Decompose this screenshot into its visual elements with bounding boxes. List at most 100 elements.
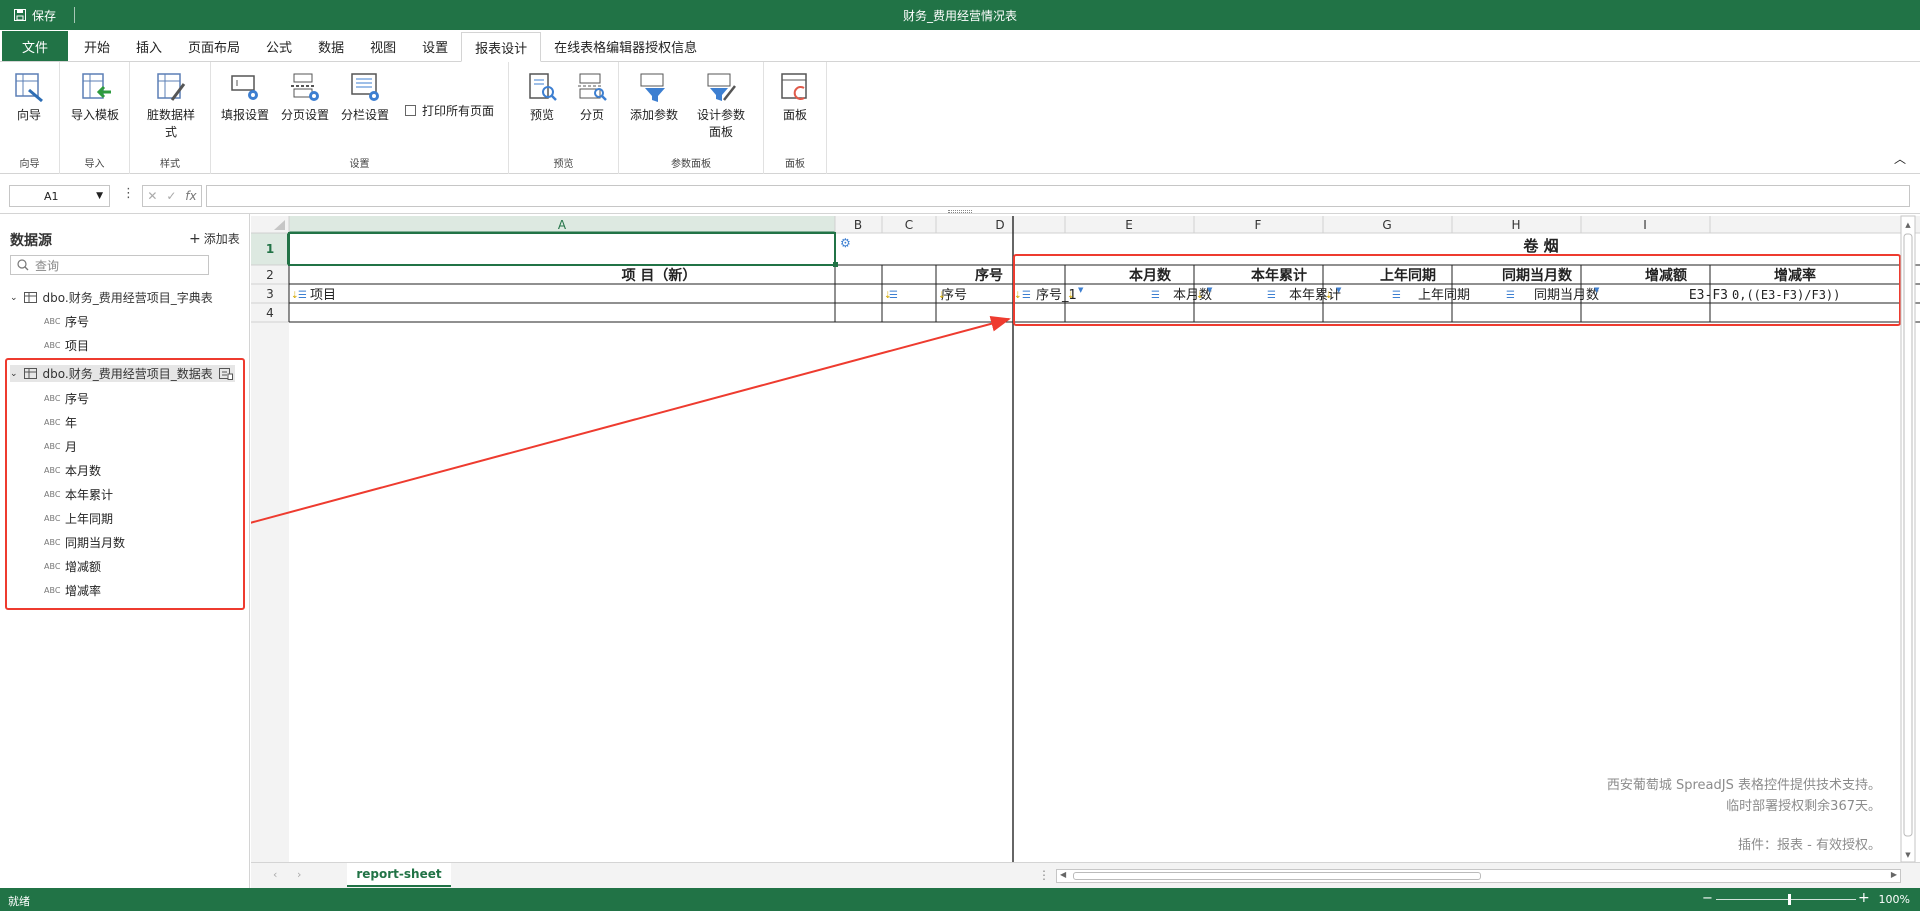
table-node-dictionary[interactable]: ⌄ dbo.财务_费用经营项目_字典表 [10,289,213,306]
column-header-h[interactable]: H [1511,218,1520,232]
cell-row1-title[interactable]: 卷 烟 [1522,237,1558,255]
add-table-button[interactable]: + 添加表 [189,230,240,247]
cell-h3[interactable]: E3-F3 [1689,288,1728,303]
column-header-d[interactable]: D [995,218,1004,232]
watermark-line-2: 临时部署授权剩余367天。 [1726,798,1881,814]
cell-f2[interactable]: 上年同期 [1380,267,1436,284]
annotation-arrow [251,315,1011,524]
datasource-title: 数据源 [10,233,52,249]
tab-file[interactable]: 文件 [2,31,68,61]
scroll-right-icon[interactable]: ▶ [1891,870,1897,879]
fill-settings-button[interactable]: 填报设置 [221,70,269,124]
filter-marker-icon: ▼ [1336,286,1342,294]
table-name: dbo.财务_费用经营项目_字典表 [42,291,213,305]
splitter-dots-icon[interactable]: ⋮ [1038,868,1050,882]
dirty-data-style-button[interactable]: 脏数据样式 [145,70,197,141]
more-dots-icon[interactable]: ⋮ [122,186,135,201]
design-param-panel-button[interactable]: 设计参数面板 [695,70,747,141]
status-bar: 就绪 − + 100% [0,888,1920,911]
paging-button[interactable]: 分页 [575,70,609,124]
add-param-button[interactable]: 添加参数 [630,70,678,124]
page-settings-button[interactable]: 分页设置 [281,70,329,124]
list-icon: ☰ [1151,290,1160,301]
wizard-button[interactable]: 向导 [12,70,46,124]
zoom-in-icon[interactable]: + [1858,890,1870,906]
row-header-1[interactable]: 1 [266,242,274,256]
print-all-pages-checkbox[interactable]: 打印所有页面 [405,102,494,119]
column-header-f[interactable]: F [1255,218,1262,232]
tab-report-design[interactable]: 报表设计 [461,32,542,62]
column-header-b[interactable]: B [854,218,862,232]
cell-g2[interactable]: 同期当月数 [1502,267,1573,284]
row-header-3[interactable]: 3 [266,287,274,301]
row-header-2[interactable]: 2 [266,268,274,282]
selected-cell-a1[interactable] [288,232,836,266]
tab-page-layout[interactable]: 页面布局 [175,31,253,61]
tab-data[interactable]: 数据 [305,31,357,61]
collapse-ribbon-icon[interactable]: ︿ [1894,150,1906,167]
import-template-icon [82,73,111,99]
cell-h2[interactable]: 增减额 [1645,267,1687,284]
tab-home[interactable]: 开始 [71,31,123,61]
column-header-a[interactable]: A [558,218,567,232]
cell-e3[interactable]: 本年累计 [1289,288,1341,303]
next-sheet-icon[interactable]: › [297,868,301,881]
scroll-down-icon[interactable]: ▼ [1905,851,1911,859]
cell-a3[interactable]: 项目 [310,288,336,303]
vertical-scroll-thumb[interactable] [1903,233,1913,837]
window-title: 财务_费用经营情况表 [902,8,1017,23]
save-button[interactable]: 保存 [0,7,56,24]
confirm-icon[interactable]: ✓ [166,189,176,203]
filter-marker-icon: ▼ [1594,286,1600,294]
expand-down-icon: ⇣ [1014,291,1022,301]
cell-i3[interactable]: 0,((E3-F3)/F3)) [1732,288,1840,302]
tab-insert[interactable]: 插入 [123,31,175,61]
cell-a2[interactable]: 项 目（新） [622,267,697,284]
annotation-box-fields [5,358,245,610]
field-item[interactable]: ABC 序号 [44,313,89,330]
spreadsheet-grid[interactable]: A B C D E F G H I 1 2 3 4 ⚙ 卷 烟 项 目（新） 序… [251,214,1920,862]
datasource-search-input[interactable]: 查询 [10,255,209,275]
row-header-4[interactable]: 4 [266,306,274,320]
sheet-tab-report-sheet[interactable]: report-sheet [347,863,451,887]
horizontal-scrollbar[interactable]: ◀ ▶ [1056,869,1901,883]
tab-settings[interactable]: 设置 [409,31,461,61]
zoom-level[interactable]: 100% [1879,893,1910,906]
cell-f3[interactable]: 上年同期 [1418,288,1470,303]
zoom-out-icon[interactable]: − [1702,891,1713,906]
fx-icon[interactable]: fx [185,189,196,203]
expand-down-icon: ⇣ [938,291,946,301]
horizontal-scroll-thumb[interactable] [1073,872,1481,880]
field-item[interactable]: ABC 项目 [44,337,89,354]
cell-i2[interactable]: 增减率 [1774,267,1816,284]
tab-formulas[interactable]: 公式 [253,31,305,61]
tab-view[interactable]: 视图 [357,31,409,61]
zoom-slider[interactable] [1716,899,1856,900]
tab-license-info[interactable]: 在线表格编辑器授权信息 [541,31,710,61]
panel-button[interactable]: 面板 [778,70,812,124]
prev-sheet-icon[interactable]: ‹ [273,868,277,881]
preview-button[interactable]: 预览 [525,70,559,124]
column-settings-button[interactable]: 分栏设置 [341,70,389,124]
list-icon: ☰ [1267,290,1276,301]
resize-grip[interactable] [948,210,972,213]
zoom-slider-knob[interactable] [1788,894,1791,905]
column-header-c[interactable]: C [905,218,913,232]
checkbox-box [405,105,416,116]
import-template-button[interactable]: 导入模板 [71,70,119,124]
cell-d2[interactable]: 本月数 [1129,267,1172,284]
formula-input[interactable] [206,185,1910,207]
scroll-left-icon[interactable]: ◀ [1060,870,1066,879]
cell-e2[interactable]: 本年累计 [1251,267,1307,284]
fill-handle[interactable] [833,262,838,267]
column-header-i[interactable]: I [1643,218,1647,232]
cell-b2[interactable]: 序号 [975,267,1003,284]
name-box[interactable]: A1 ▼ [9,185,110,207]
column-header-e[interactable]: E [1125,218,1133,232]
cell-g3[interactable]: 同期当月数 [1534,288,1599,303]
scroll-up-icon[interactable]: ▲ [1905,221,1911,229]
gear-icon[interactable]: ⚙ [840,236,851,250]
add-table-label: 添加表 [203,232,240,246]
column-header-g[interactable]: G [1382,218,1391,232]
cancel-icon[interactable]: ✕ [147,189,157,203]
